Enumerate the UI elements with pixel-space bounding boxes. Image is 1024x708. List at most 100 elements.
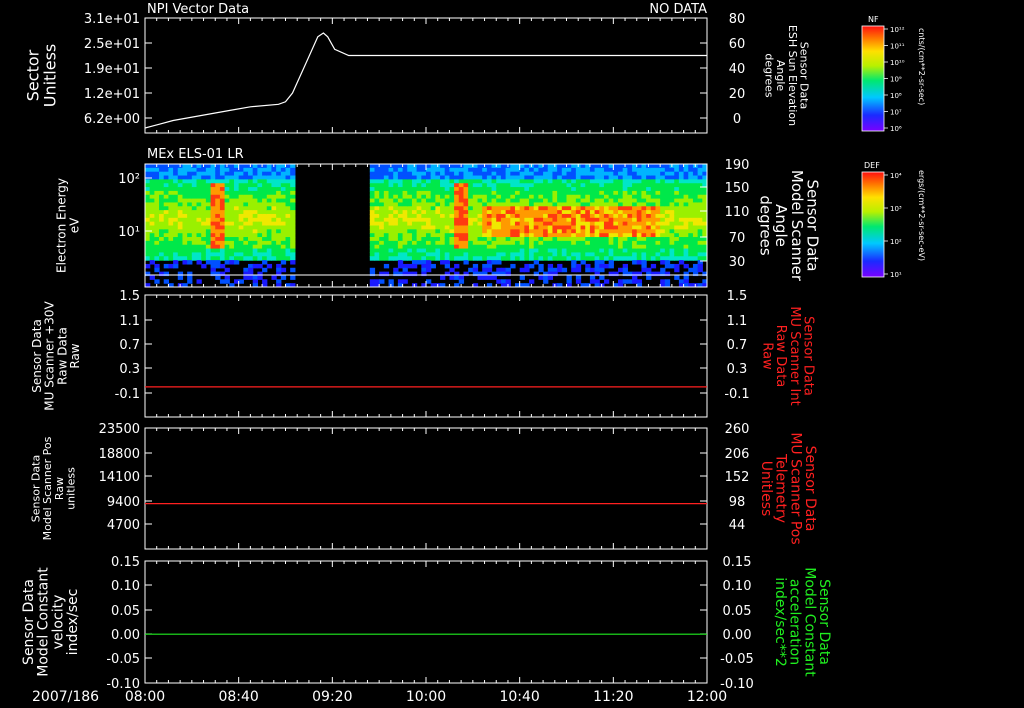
spectrogram-cell: [533, 237, 539, 242]
spectrogram-cell: [608, 225, 614, 230]
right-tick-label: 20: [729, 87, 746, 102]
spectrogram-cell: [440, 252, 446, 257]
spectrogram-cell: [430, 240, 436, 246]
spectrogram-cell: [482, 194, 488, 200]
spectrogram-cell: [575, 225, 582, 230]
spectrogram-cell: [168, 194, 174, 200]
spectrogram-cell: [411, 190, 418, 196]
spectrogram-cell: [510, 237, 516, 242]
spectrogram-cell: [248, 233, 254, 238]
spectrogram-cell: [243, 267, 249, 273]
spectrogram-cell: [219, 256, 226, 261]
spectrogram-cell: [290, 164, 296, 169]
spectrogram-cell: [219, 229, 226, 234]
spectrogram-cell: [449, 194, 455, 200]
spectrogram-cell: [290, 233, 296, 238]
spectrogram-cell: [276, 279, 282, 284]
spectrogram-cell: [182, 244, 188, 250]
spectrogram-cell: [594, 194, 600, 200]
spectrogram-cell: [519, 198, 525, 204]
spectrogram-cell: [173, 256, 179, 261]
spectrogram-cell: [224, 210, 230, 215]
spectrogram-cell: [566, 198, 572, 204]
spectrogram-cell: [154, 256, 160, 261]
spectrogram-cell: [416, 217, 422, 223]
spectrogram-cell: [463, 225, 469, 230]
spectrogram-cell: [566, 206, 572, 211]
spectrogram-cell: [449, 198, 455, 204]
spectrogram-cell: [276, 244, 282, 250]
spectrogram-cell: [149, 233, 155, 238]
spectrogram-cell: [655, 175, 661, 180]
spectrogram-cell: [529, 171, 535, 177]
spectrogram-cell: [379, 187, 385, 192]
spectrogram-cell: [435, 202, 441, 207]
spectrogram-cell: [683, 171, 689, 177]
spectrogram-cell: [557, 225, 563, 230]
spectrogram-cell: [187, 240, 193, 246]
spectrogram-cell: [543, 206, 549, 211]
spectrogram-cell: [393, 206, 399, 211]
spectrogram-cell: [519, 183, 525, 188]
spectrogram-cell: [196, 194, 202, 200]
spectrogram-cell: [449, 229, 455, 234]
spectrogram-cell: [449, 252, 455, 257]
spectrogram-cell: [641, 183, 647, 188]
spectrogram-cell: [594, 240, 600, 246]
spectrogram-cell: [660, 167, 666, 173]
spectrogram-cell: [177, 175, 184, 180]
spectrogram-cell: [266, 187, 273, 192]
spectrogram-cell: [543, 233, 549, 238]
spectrogram-cell: [201, 167, 207, 173]
spectrogram-cell: [210, 240, 216, 246]
spectrogram-cell: [608, 221, 614, 227]
spectrogram-cell: [374, 279, 380, 284]
spectrogram-cell: [276, 194, 282, 200]
spectrogram-cell: [205, 244, 212, 250]
right-axis-label-line: acceleration: [787, 579, 803, 665]
spectrogram-cell: [524, 217, 530, 223]
spectrogram-cell: [486, 213, 493, 219]
spectrogram-cell: [252, 190, 258, 196]
spectrogram-cell: [271, 256, 277, 261]
spectrogram-cell: [191, 221, 198, 227]
spectrogram-cell: [149, 167, 155, 173]
spectrogram-cell: [636, 190, 643, 196]
spectrogram-cell: [257, 263, 263, 269]
spectrogram-cell: [201, 252, 207, 257]
spectrogram-cell: [538, 256, 544, 261]
spectrogram-cell: [529, 187, 535, 192]
spectrogram-cell: [458, 198, 465, 204]
spectrogram-cell: [500, 221, 507, 227]
spectrogram-cell: [650, 263, 657, 269]
spectrogram-cell: [594, 244, 600, 250]
spectrogram-cell: [205, 248, 212, 253]
spectrogram-cell: [603, 194, 610, 200]
spectrogram-cell: [201, 198, 207, 204]
spectrogram-cell: [407, 164, 413, 169]
spectrogram-cell: [529, 229, 535, 234]
spectrogram-cell: [271, 252, 277, 257]
spectrogram-cell: [388, 210, 394, 215]
spectrogram-cell: [547, 171, 554, 177]
spectrogram-cell: [524, 244, 530, 250]
spectrogram-cell: [608, 187, 614, 192]
spectrogram-cell: [538, 217, 544, 223]
spectrogram-cell: [486, 267, 493, 273]
spectrogram-cell: [543, 198, 549, 204]
spectrogram-cell: [641, 252, 647, 257]
spectrogram-cell: [173, 229, 179, 234]
spectrogram-cell: [168, 229, 174, 234]
spectrogram-cell: [505, 252, 511, 257]
spectrogram-cell: [426, 252, 432, 257]
spectrogram-cell: [374, 225, 380, 230]
spectrogram-cell: [510, 213, 516, 219]
spectrogram-cell: [599, 244, 605, 250]
spectrogram-cell: [233, 225, 240, 230]
spectrogram-cell: [182, 260, 188, 265]
spectrogram-cell: [613, 210, 619, 215]
spectrogram-cell: [215, 164, 221, 169]
spectrogram-cell: [248, 267, 254, 273]
spectrogram-cell: [486, 252, 493, 257]
spectrogram-cell: [219, 210, 226, 215]
